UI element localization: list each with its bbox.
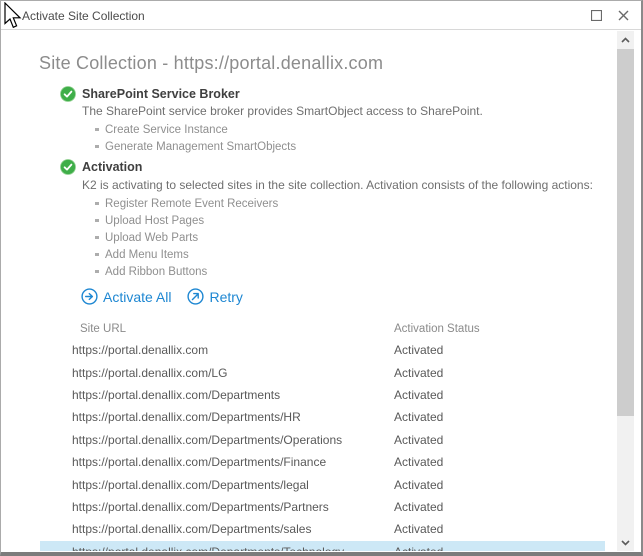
section-title-service-broker: SharePoint Service Broker [82, 87, 240, 101]
service-broker-action-list: Create Service Instance Generate Managem… [95, 121, 296, 155]
table-row[interactable]: https://portal.denallix.com/LG Activated [40, 361, 605, 383]
status-cell: Activated [394, 343, 605, 357]
dialog-content: Site Collection - https://portal.denalli… [2, 31, 616, 551]
scrollbar-thumb[interactable] [617, 49, 634, 416]
table-row[interactable]: https://portal.denallix.com Activated [40, 339, 605, 361]
activate-site-collection-dialog: Activate Site Collection Site Collection… [0, 0, 643, 556]
table-row[interactable]: https://portal.denallix.com/Departments/… [40, 473, 605, 495]
action-links: Activate All Retry [81, 288, 243, 305]
chevron-down-icon [621, 540, 630, 546]
list-item: Add Menu Items [95, 246, 278, 263]
activate-all-icon [81, 288, 98, 305]
status-cell: Activated [394, 455, 605, 469]
table-row[interactable]: https://portal.denallix.com/Departments … [40, 384, 605, 406]
retry-icon [187, 288, 204, 305]
list-item: Generate Management SmartObjects [95, 138, 296, 155]
activate-all-button[interactable]: Activate All [81, 288, 171, 305]
success-check-icon [60, 159, 76, 175]
site-url-cell: https://portal.denallix.com/Departments/… [72, 455, 394, 469]
table-header: Site URL Activation Status [40, 317, 605, 341]
success-check-icon [60, 86, 76, 102]
maximize-icon [591, 10, 602, 21]
site-table: https://portal.denallix.com Activated ht… [40, 339, 605, 551]
section-description: The SharePoint service broker provides S… [82, 104, 483, 118]
table-row[interactable]: https://portal.denallix.com/Departments/… [40, 496, 605, 518]
site-url-cell: https://portal.denallix.com/Departments/… [72, 478, 394, 492]
retry-label: Retry [209, 289, 242, 305]
site-url-cell: https://portal.denallix.com/Departments/… [72, 500, 394, 514]
list-item: Add Ribbon Buttons [95, 263, 278, 280]
table-row[interactable]: https://portal.denallix.com/Departments/… [40, 451, 605, 473]
status-cell: Activated [394, 388, 605, 402]
activation-action-list: Register Remote Event Receivers Upload H… [95, 195, 278, 280]
column-header-site-url: Site URL [80, 323, 394, 335]
list-item: Upload Host Pages [95, 212, 278, 229]
status-cell: Activated [394, 410, 605, 424]
site-url-cell: https://portal.denallix.com/Departments/… [72, 522, 394, 536]
vertical-scrollbar[interactable] [617, 31, 634, 551]
status-cell: Activated [394, 522, 605, 536]
section-description: K2 is activating to selected sites in th… [82, 178, 593, 192]
chevron-up-icon [621, 37, 630, 43]
site-url-cell: https://portal.denallix.com/Departments [72, 388, 394, 402]
site-url-cell: https://portal.denallix.com/Departments/… [72, 410, 394, 424]
maximize-button[interactable] [587, 6, 605, 24]
section-title-activation: Activation [82, 160, 142, 174]
scrollbar-down-button[interactable] [617, 534, 634, 551]
title-bar[interactable]: Activate Site Collection [1, 1, 641, 30]
table-row[interactable]: https://portal.denallix.com/Departments/… [40, 518, 605, 540]
scrollbar-up-button[interactable] [617, 31, 634, 48]
page-title: Site Collection - https://portal.denalli… [39, 53, 383, 74]
retry-button[interactable]: Retry [187, 288, 242, 305]
table-row-selected[interactable]: https://portal.denallix.com/Departments/… [40, 541, 605, 551]
list-item: Create Service Instance [95, 121, 296, 138]
table-row[interactable]: https://portal.denallix.com/Departments/… [40, 406, 605, 428]
close-icon [618, 10, 629, 21]
status-cell: Activated [394, 478, 605, 492]
site-url-cell: https://portal.denallix.com [72, 343, 394, 357]
site-url-cell: https://portal.denallix.com/Departments/… [72, 545, 394, 551]
list-item: Upload Web Parts [95, 229, 278, 246]
column-header-activation-status: Activation Status [394, 323, 605, 335]
window-title: Activate Site Collection [22, 9, 145, 23]
status-cell: Activated [394, 366, 605, 380]
close-button[interactable] [614, 6, 632, 24]
table-row[interactable]: https://portal.denallix.com/Departments/… [40, 429, 605, 451]
status-cell: Activated [394, 500, 605, 514]
list-item: Register Remote Event Receivers [95, 195, 278, 212]
site-url-cell: https://portal.denallix.com/Departments/… [72, 433, 394, 447]
activate-all-label: Activate All [103, 289, 171, 305]
site-url-cell: https://portal.denallix.com/LG [72, 366, 394, 380]
window-controls [587, 6, 632, 24]
status-cell: Activated [394, 545, 605, 551]
status-cell: Activated [394, 433, 605, 447]
